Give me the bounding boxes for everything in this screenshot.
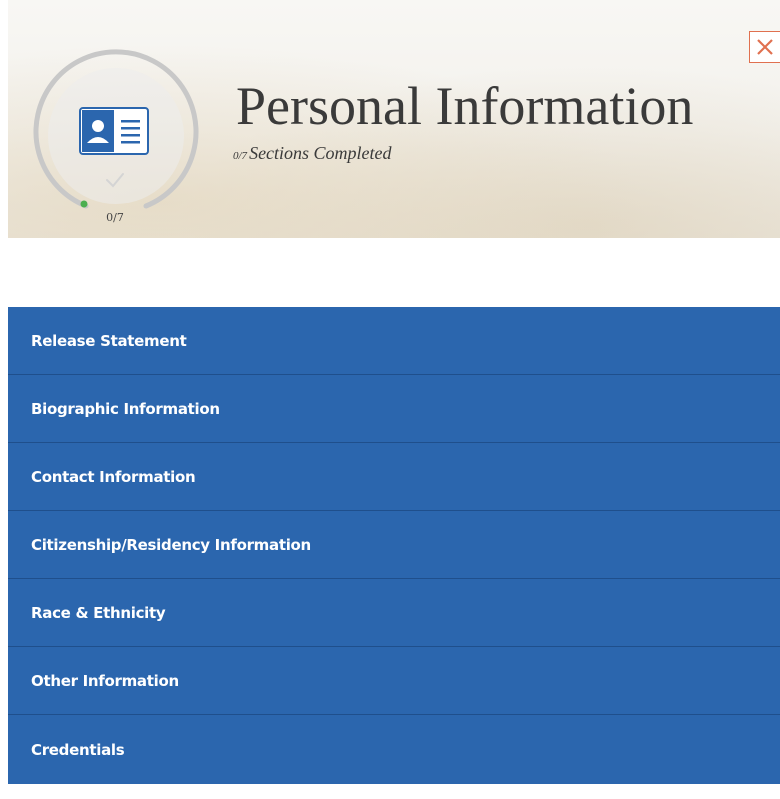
section-item-contact-information[interactable]: Contact Information: [8, 443, 780, 511]
close-icon: [757, 39, 773, 55]
progress-count: 0/7: [233, 150, 248, 162]
progress-start-dot: [80, 200, 88, 208]
page-title: Personal Information: [236, 76, 694, 136]
section-list: Release Statement Biographic Information…: [8, 307, 780, 784]
section-item-label: Contact Information: [31, 467, 196, 486]
section-item-label: Citizenship/Residency Information: [31, 535, 311, 554]
section-item-other-information[interactable]: Other Information: [8, 647, 780, 715]
section-item-label: Credentials: [31, 740, 125, 759]
section-item-label: Release Statement: [31, 331, 187, 350]
progress-ring: [33, 49, 199, 209]
section-item-release-statement[interactable]: Release Statement: [8, 307, 780, 375]
section-item-label: Biographic Information: [31, 399, 220, 418]
id-card-icon: [79, 107, 149, 155]
section-item-citizenship-residency-information[interactable]: Citizenship/Residency Information: [8, 511, 780, 579]
section-item-credentials[interactable]: Credentials: [8, 715, 780, 784]
section-item-label: Other Information: [31, 671, 179, 690]
section-item-label: Race & Ethnicity: [31, 603, 166, 622]
ring-counter: 0/7: [106, 211, 124, 224]
close-button[interactable]: [749, 31, 780, 63]
section-item-race-ethnicity[interactable]: Race & Ethnicity: [8, 579, 780, 647]
progress-suffix: Sections Completed: [249, 143, 392, 163]
progress-subtitle: 0/7 Sections Completed: [233, 143, 392, 164]
section-item-biographic-information[interactable]: Biographic Information: [8, 375, 780, 443]
